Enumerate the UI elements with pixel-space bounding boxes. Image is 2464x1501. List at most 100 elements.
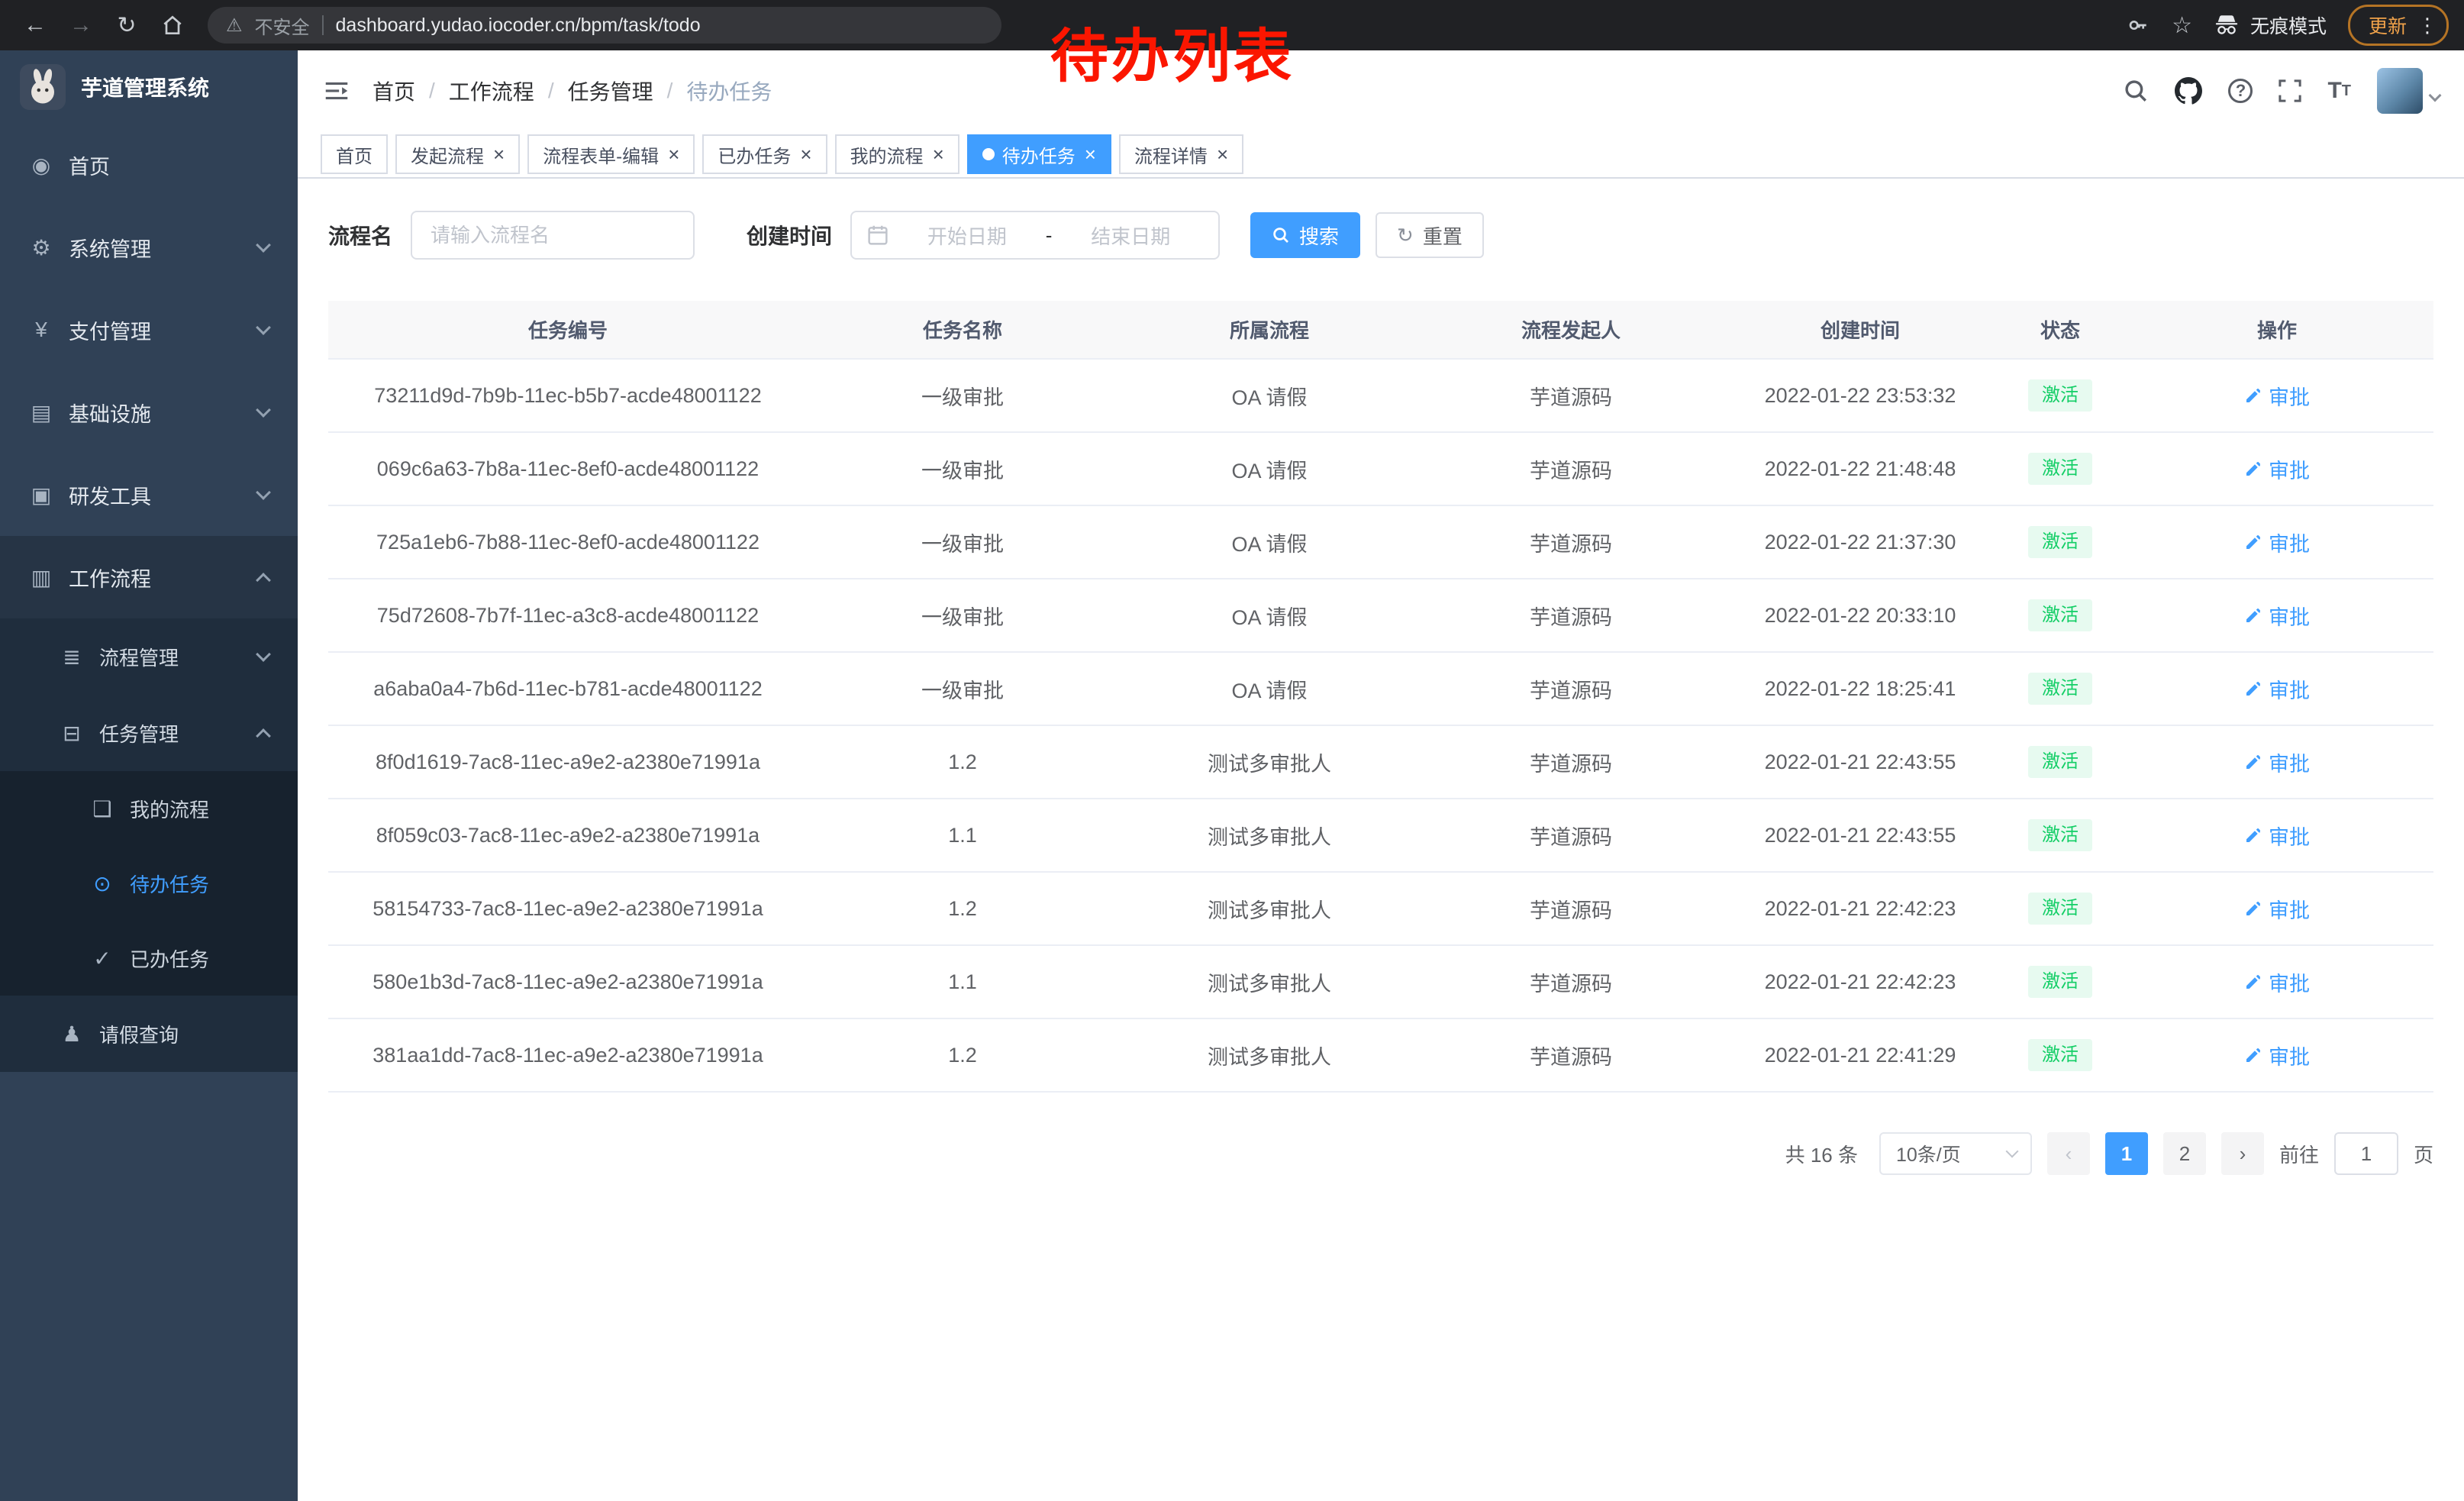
tab-my-process[interactable]: 我的流程 × [835,134,959,174]
cell-initiator: 芋道源码 [1421,579,1721,652]
sidebar-item-home[interactable]: ◉ 首页 [0,124,298,206]
fullscreen-icon[interactable] [2279,79,2301,102]
page-button-1[interactable]: 1 [2105,1132,2148,1175]
approve-link[interactable]: 审批 [2244,601,2310,631]
tab-form-edit[interactable]: 流程表单-编辑 × [527,134,695,174]
cell-task-id: 381aa1dd-7ac8-11ec-a9e2-a2380e71991a [328,1018,808,1092]
active-dot [982,148,995,160]
collapse-sidebar-icon[interactable] [322,76,351,105]
sidebar-item-done-task[interactable]: ✓ 已办任务 [0,921,298,996]
close-icon[interactable]: × [933,145,944,163]
cell-status: 激活 [2000,725,2121,799]
sidebar-item-infra[interactable]: ▤ 基础设施 [0,371,298,454]
next-page-button[interactable]: › [2221,1132,2264,1175]
gear-icon: ⚙ [29,235,53,260]
sidebar-item-payment[interactable]: ¥ 支付管理 [0,289,298,371]
screen: ← → ↻ ⚠ 不安全 dashboard.yudao.iocoder.cn/b… [0,0,2464,1501]
browser-menu-icon[interactable]: ⋮ [2417,14,2437,37]
tab-start-process[interactable]: 发起流程 × [395,134,520,174]
app-logo[interactable]: 芋道管理系统 [0,50,298,124]
cell-status: 激活 [2000,579,2121,652]
sidebar-item-devtools[interactable]: ▣ 研发工具 [0,454,298,536]
sidebar-item-todo-task[interactable]: ⊙ 待办任务 [0,846,298,921]
cell-created: 2022-01-22 20:33:10 [1721,579,2000,652]
search-icon[interactable] [2123,78,2149,104]
browser-update-button[interactable]: 更新 ⋮ [2348,5,2449,46]
bookmark-star-icon[interactable]: ☆ [2172,12,2192,39]
close-icon[interactable]: × [1217,145,1228,163]
reload-icon[interactable]: ↻ [107,7,147,44]
user-menu[interactable] [2377,68,2440,114]
table-row: 725a1eb6-7b88-11ec-8ef0-acde48001122 一级审… [328,505,2433,579]
tab-home[interactable]: 首页 [321,134,388,174]
chevron-down-icon [256,647,271,662]
tab-todo-task[interactable]: 待办任务 × [967,134,1111,174]
tab-done-task[interactable]: 已办任务 × [702,134,827,174]
sidebar-item-my-process[interactable]: ❑ 我的流程 [0,771,298,846]
sidebar-item-system[interactable]: ⚙ 系统管理 [0,206,298,289]
date-range-picker[interactable]: 开始日期 - 结束日期 [850,211,1220,260]
cell-action: 审批 [2121,652,2433,725]
cell-status: 激活 [2000,652,2121,725]
cell-task-id: 8f059c03-7ac8-11ec-a9e2-a2380e71991a [328,799,808,872]
approve-link[interactable]: 审批 [2244,747,2310,777]
prev-page-button[interactable]: ‹ [2047,1132,2090,1175]
cell-process: 测试多审批人 [1118,799,1421,872]
cell-status: 激活 [2000,799,2121,872]
url-bar[interactable]: ⚠ 不安全 dashboard.yudao.iocoder.cn/bpm/tas… [208,7,1001,44]
edit-pencil-icon [2244,386,2262,405]
approve-link[interactable]: 审批 [2244,1041,2310,1070]
close-icon[interactable]: × [493,145,505,163]
breadcrumb-workflow[interactable]: 工作流程 [449,76,534,106]
sidebar-item-workflow[interactable]: ▥ 工作流程 [0,536,298,618]
cell-created: 2022-01-21 22:42:23 [1721,872,2000,945]
approve-link[interactable]: 审批 [2244,381,2310,411]
cell-created: 2022-01-21 22:43:55 [1721,725,2000,799]
back-icon[interactable]: ← [15,7,55,44]
sidebar-item-task-mgmt[interactable]: ⊟ 任务管理 [0,695,298,771]
approve-link[interactable]: 审批 [2244,967,2310,997]
cell-status: 激活 [2000,505,2121,579]
status-badge: 激活 [2028,1039,2092,1071]
cell-process: OA 请假 [1118,359,1421,432]
breadcrumb-home[interactable]: 首页 [373,76,415,106]
cell-created: 2022-01-21 22:43:55 [1721,799,2000,872]
cell-task-id: 069c6a63-7b8a-11ec-8ef0-acde48001122 [328,432,808,505]
close-icon[interactable]: × [1085,145,1096,163]
goto-page-input[interactable] [2334,1132,2398,1175]
cell-process: 测试多审批人 [1118,725,1421,799]
password-key-icon[interactable] [2126,13,2150,37]
status-badge: 激活 [2028,966,2092,998]
col-initiator: 流程发起人 [1421,301,1721,359]
help-icon[interactable]: ? [2228,79,2253,103]
page-button-2[interactable]: 2 [2163,1132,2206,1175]
reset-button[interactable]: ↻ 重置 [1376,212,1484,258]
cell-action: 审批 [2121,1018,2433,1092]
approve-link[interactable]: 审批 [2244,894,2310,924]
page-size-select[interactable]: 10条/页 [1879,1132,2032,1175]
font-size-icon[interactable]: TT [2327,78,2351,104]
approve-link[interactable]: 审批 [2244,821,2310,851]
search-button[interactable]: 搜索 [1250,212,1360,258]
cell-action: 审批 [2121,432,2433,505]
cell-task-id: 725a1eb6-7b88-11ec-8ef0-acde48001122 [328,505,808,579]
cell-created: 2022-01-22 21:48:48 [1721,432,2000,505]
breadcrumb-task-mgmt[interactable]: 任务管理 [568,76,653,106]
tab-process-detail[interactable]: 流程详情 × [1119,134,1243,174]
avatar[interactable] [2377,68,2423,114]
table-row: a6aba0a4-7b6d-11ec-b781-acde48001122 一级审… [328,652,2433,725]
approve-link[interactable]: 审批 [2244,528,2310,557]
forward-icon[interactable]: → [61,7,101,44]
cell-task-name: 一级审批 [808,432,1118,505]
approve-link[interactable]: 审批 [2244,674,2310,704]
approve-link[interactable]: 审批 [2244,454,2310,484]
process-name-input[interactable] [411,211,695,260]
close-icon[interactable]: × [668,145,679,163]
home-icon[interactable] [153,7,192,44]
edit-pencil-icon [2244,826,2262,844]
close-icon[interactable]: × [800,145,811,163]
github-icon[interactable] [2175,77,2202,105]
sidebar-item-process-mgmt[interactable]: ≣ 流程管理 [0,618,298,695]
chat-bubble-icon: ❑ [90,796,114,822]
sidebar-item-leave-query[interactable]: ♟ 请假查询 [0,996,298,1072]
